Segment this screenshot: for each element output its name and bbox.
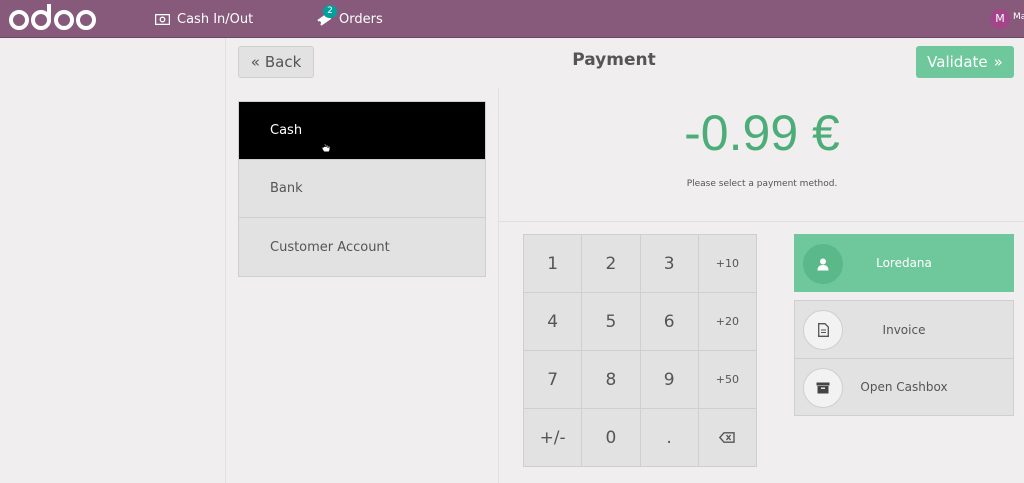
numpad-key-plus20[interactable]: +20 bbox=[698, 293, 756, 350]
orders-label: Orders bbox=[339, 11, 383, 27]
page-title: Payment bbox=[572, 50, 656, 70]
numpad-key-1[interactable]: 1 bbox=[524, 235, 582, 292]
cash-in-out-label: Cash In/Out bbox=[177, 11, 254, 27]
payment-method-customer-account[interactable]: Customer Account bbox=[239, 218, 485, 276]
numpad: 1 2 3 +10 4 5 6 +20 7 8 9 +50 +/- 0 . bbox=[523, 234, 757, 467]
numpad-key-9[interactable]: 9 bbox=[640, 351, 698, 408]
payment-method-list: Cash Bank Customer Account bbox=[238, 101, 486, 277]
numpad-key-2[interactable]: 2 bbox=[582, 235, 640, 292]
numpad-key-6[interactable]: 6 bbox=[640, 293, 698, 350]
left-panel bbox=[0, 38, 226, 483]
payment-amount: -0.99 € bbox=[684, 105, 840, 161]
numpad-key-3[interactable]: 3 bbox=[640, 235, 698, 292]
top-bar: Cash In/Out 2 Orders M Ma bbox=[0, 0, 1024, 38]
payment-method-bank[interactable]: Bank bbox=[239, 160, 485, 218]
invoice-label: Invoice bbox=[882, 322, 926, 337]
payment-method-cash[interactable]: Cash bbox=[239, 102, 485, 160]
hand-cursor-icon bbox=[321, 138, 331, 153]
back-label: Back bbox=[264, 53, 302, 71]
back-button[interactable]: « Back bbox=[238, 46, 314, 78]
numpad-key-plus10[interactable]: +10 bbox=[698, 235, 756, 292]
orders-button[interactable]: 2 Orders bbox=[316, 0, 383, 38]
numpad-key-8[interactable]: 8 bbox=[582, 351, 640, 408]
numpad-key-plus-minus[interactable]: +/- bbox=[524, 409, 582, 466]
user-name[interactable]: Ma bbox=[1013, 12, 1024, 22]
numpad-key-decimal[interactable]: . bbox=[640, 409, 698, 466]
ticket-icon: 2 bbox=[316, 5, 337, 26]
numpad-key-0[interactable]: 0 bbox=[582, 409, 640, 466]
double-chevron-left-icon: « bbox=[250, 53, 260, 71]
row-divider bbox=[498, 221, 1024, 222]
validate-button[interactable]: Validate » bbox=[916, 46, 1014, 78]
invoice-button[interactable]: Invoice bbox=[794, 300, 1014, 358]
document-icon bbox=[803, 310, 843, 350]
numpad-key-plus50[interactable]: +50 bbox=[698, 351, 756, 408]
payment-actions: Loredana Invoice Open Cashbox bbox=[794, 234, 1014, 416]
numpad-key-backspace[interactable] bbox=[698, 409, 756, 466]
avatar[interactable]: M bbox=[990, 9, 1010, 29]
validate-label: Validate bbox=[927, 53, 988, 71]
numpad-key-7[interactable]: 7 bbox=[524, 351, 582, 408]
payment-hint: Please select a payment method. bbox=[686, 179, 838, 189]
numpad-key-5[interactable]: 5 bbox=[582, 293, 640, 350]
open-cashbox-button[interactable]: Open Cashbox bbox=[794, 358, 1014, 416]
customer-name: Loredana bbox=[876, 256, 932, 270]
customer-button[interactable]: Loredana bbox=[794, 234, 1014, 292]
archive-box-icon bbox=[803, 368, 843, 408]
double-chevron-right-icon: » bbox=[993, 53, 1003, 71]
numpad-key-4[interactable]: 4 bbox=[524, 293, 582, 350]
user-icon bbox=[803, 244, 843, 284]
odoo-logo bbox=[8, 4, 98, 34]
open-cashbox-label: Open Cashbox bbox=[860, 380, 948, 394]
column-divider bbox=[498, 88, 499, 483]
backspace-icon bbox=[719, 428, 736, 448]
cash-icon bbox=[155, 13, 170, 25]
orders-count-badge: 2 bbox=[323, 5, 337, 18]
cash-in-out-button[interactable]: Cash In/Out bbox=[155, 0, 253, 38]
